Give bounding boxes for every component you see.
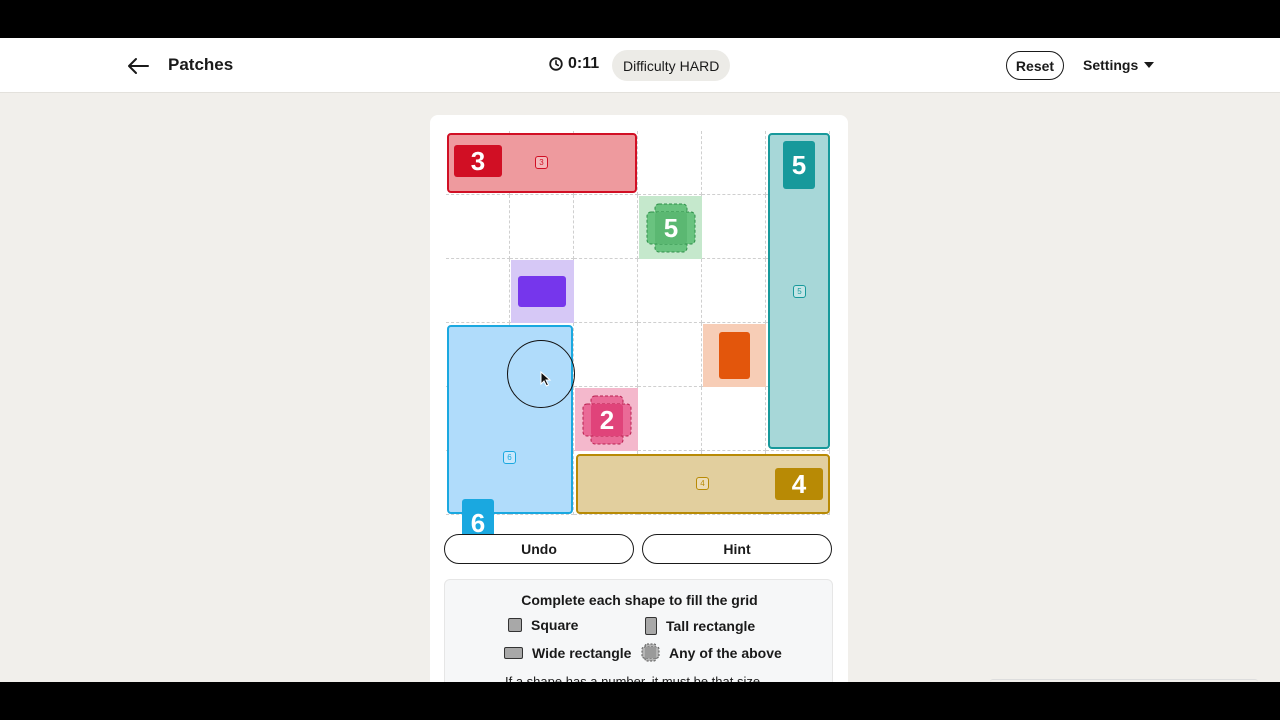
chevron-down-icon [1144,62,1155,68]
seed-5-clue: 5 [663,212,679,243]
instructions-title: Complete each shape to fill the grid [521,592,758,608]
undo-button[interactable]: Undo [444,534,634,564]
grid-cell[interactable] [446,259,510,323]
region-4-shape-icon: 4 [696,477,709,490]
app-viewport: Patches 0:11 Difficulty HARD Reset Setti… [0,38,1280,682]
divider [990,679,1258,682]
page-title: Patches [168,55,234,74]
square-shape-icon [508,618,522,632]
grid-cell[interactable] [574,259,638,323]
settings-label: Settings [1083,57,1139,73]
hint-button[interactable]: Hint [642,534,832,564]
region-5-tall-clue: 5 [783,141,815,189]
grid-cell[interactable] [702,131,766,195]
grid-cell[interactable] [638,131,702,195]
grid-cell[interactable] [638,387,702,451]
region-5-tall-shape-icon: 5 [793,285,806,298]
grid-cell[interactable] [446,195,510,259]
difficulty-label: Difficulty [623,57,676,74]
legend-square: Square [508,617,578,633]
grid-cell[interactable] [638,323,702,387]
difficulty-value: HARD [679,57,720,74]
any-shape-icon [641,643,660,662]
puzzle-grid[interactable]: 3 3 5 5 6 6 4 4 5 2 [446,131,832,547]
region-3-clue: 3 [454,145,502,177]
legend-wide: Wide rectangle [504,645,631,661]
grid-cell[interactable] [510,195,574,259]
arrow-left-icon [128,58,149,74]
seed-2-clue: 2 [599,404,615,435]
grid-cell[interactable] [574,195,638,259]
instructions-card: Complete each shape to fill the grid Squ… [444,579,833,682]
wide-rectangle-icon [504,647,523,659]
reset-button[interactable]: Reset [1006,51,1064,80]
mouse-pointer-icon [540,371,552,387]
legend-tall: Tall rectangle [645,617,755,635]
grid-cell[interactable] [574,323,638,387]
timer: 0:11 [549,55,599,73]
instructions-note: If a shape has a number, it must be that… [505,674,764,682]
difficulty-badge: Difficulty HARD [612,50,731,81]
region-4-clue: 4 [775,468,823,500]
back-button[interactable] [124,52,152,80]
grid-cell[interactable] [638,259,702,323]
grid-cell[interactable] [702,195,766,259]
clock-icon [549,57,563,71]
tall-rectangle-icon [645,617,657,635]
tall-rectangle-icon [719,332,750,379]
settings-dropdown[interactable]: Settings [1083,57,1155,73]
region-6-shape-icon: 6 [503,451,516,464]
legend-any: Any of the above [641,643,782,662]
wide-rectangle-icon [518,276,566,307]
grid-cell[interactable] [702,259,766,323]
timer-value: 0:11 [568,55,600,72]
top-bar: Patches 0:11 Difficulty HARD Reset Setti… [0,38,1280,93]
region-3-shape-icon: 3 [535,156,548,169]
grid-cell[interactable] [702,387,766,451]
